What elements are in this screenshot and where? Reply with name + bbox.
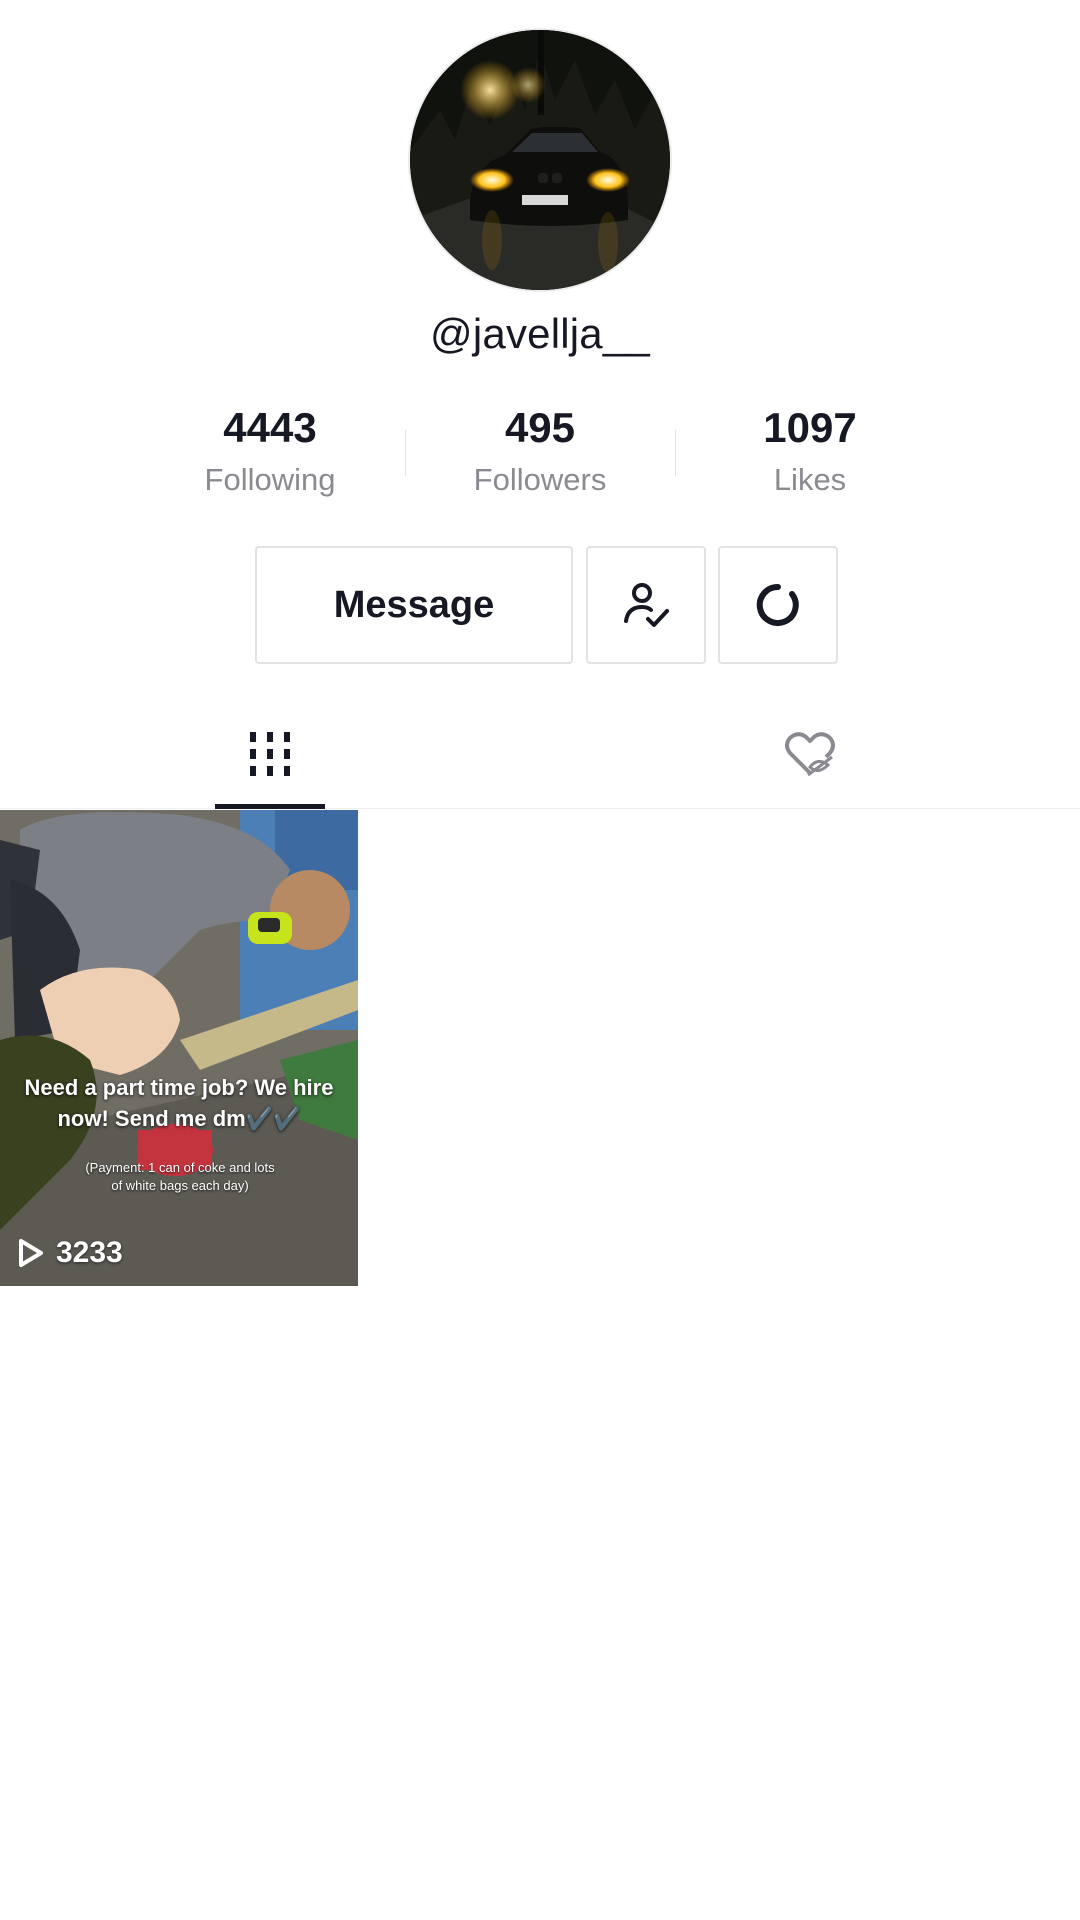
- user-check-icon: [624, 583, 669, 627]
- username: @javellja__: [430, 310, 650, 357]
- following-label: Following: [204, 462, 336, 497]
- likes-stat[interactable]: 1097 Likes: [675, 400, 945, 498]
- view-count: 3233: [16, 1236, 123, 1270]
- profile-stats: 4443 Following 495 Followers 1097 Likes: [0, 400, 1080, 510]
- following-status-button[interactable]: [586, 546, 706, 664]
- view-count-value: 3233: [56, 1236, 123, 1269]
- followers-label: Followers: [473, 462, 607, 497]
- likes-label: Likes: [773, 462, 847, 497]
- followers-count: 495: [504, 404, 576, 451]
- suggested-accounts-button[interactable]: [718, 546, 838, 664]
- tab-videos[interactable]: [0, 700, 540, 808]
- profile-tabs: [0, 700, 1080, 809]
- followers-stat[interactable]: 495 Followers: [405, 400, 675, 498]
- active-tab-indicator: [215, 804, 325, 809]
- heart-hidden-icon: [785, 732, 835, 777]
- likes-count: 1097: [763, 404, 857, 451]
- video-thumbnail-image: [0, 810, 358, 1286]
- refresh-icon: [756, 583, 799, 626]
- grid-icon: [250, 732, 290, 776]
- video-caption-small: (Payment: 1 can of coke and lots of whit…: [85, 1160, 275, 1193]
- tab-liked[interactable]: [540, 700, 1080, 808]
- profile-photo: [410, 30, 670, 290]
- following-count: 4443: [223, 404, 317, 451]
- video-thumbnail[interactable]: Need a part time job? We hire now! Send …: [0, 810, 358, 1286]
- avatar[interactable]: [410, 30, 670, 290]
- play-icon: [19, 1239, 43, 1267]
- following-stat[interactable]: 4443 Following: [135, 400, 405, 498]
- message-button[interactable]: Message: [255, 546, 573, 664]
- video-caption: Need a part time job? We hire now! Send …: [24, 1075, 334, 1131]
